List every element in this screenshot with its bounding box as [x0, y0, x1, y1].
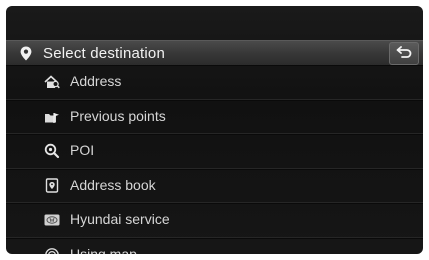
- menu-item-using-map[interactable]: Using map: [6, 238, 423, 255]
- map-target-icon: [44, 247, 60, 254]
- page-title: Select destination: [43, 45, 166, 62]
- flag-folder-icon: [44, 109, 60, 125]
- address-book-icon: [44, 178, 60, 194]
- menu-item-label: Previous points: [70, 107, 166, 124]
- menu-item-address-book[interactable]: Address book: [6, 169, 423, 203]
- magnifier-pin-icon: [44, 143, 60, 159]
- back-arrow-icon: [396, 45, 412, 63]
- menu-item-address[interactable]: Address: [6, 65, 423, 100]
- title-bar: Select destination: [6, 40, 423, 66]
- menu-item-label: Using map: [70, 245, 137, 255]
- menu-item-hyundai-service[interactable]: Hyundai service: [6, 203, 423, 238]
- back-button[interactable]: [389, 42, 419, 65]
- destination-menu: Address Previous points POI Address book…: [6, 65, 423, 254]
- menu-item-previous-points[interactable]: Previous points: [6, 100, 423, 134]
- house-search-icon: [44, 74, 60, 90]
- location-pin-icon: [20, 46, 32, 61]
- hyundai-logo-icon: [44, 212, 60, 228]
- menu-item-label: Address: [70, 73, 122, 89]
- menu-item-label: Hyundai service: [70, 211, 170, 227]
- menu-item-label: Address book: [70, 176, 156, 193]
- menu-item-label: POI: [70, 142, 95, 158]
- navigation-screen: Select destination Address Previous poin…: [6, 6, 423, 254]
- menu-item-poi[interactable]: POI: [6, 134, 423, 169]
